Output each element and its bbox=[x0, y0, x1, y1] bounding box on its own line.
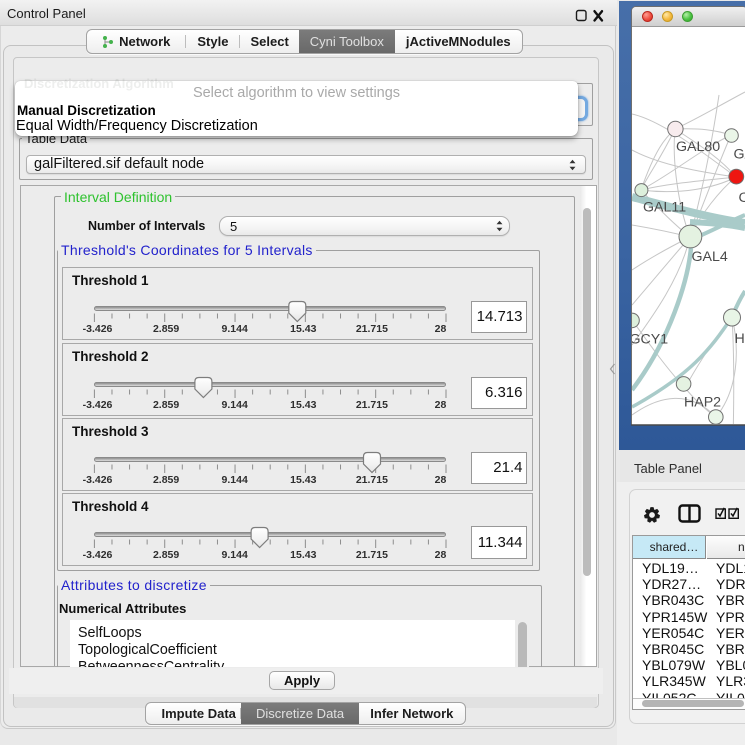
svg-text:GCY1: GCY1 bbox=[632, 332, 668, 348]
svg-text:HAP2: HAP2 bbox=[684, 395, 721, 411]
svg-text:HS: HS bbox=[735, 331, 745, 347]
svg-text:GAL: GAL bbox=[734, 147, 745, 163]
svg-text:GAL80: GAL80 bbox=[676, 139, 720, 155]
svg-text:GAL11: GAL11 bbox=[643, 200, 686, 216]
svg-text:GAL4: GAL4 bbox=[692, 249, 728, 265]
svg-text:CY: CY bbox=[739, 190, 745, 206]
